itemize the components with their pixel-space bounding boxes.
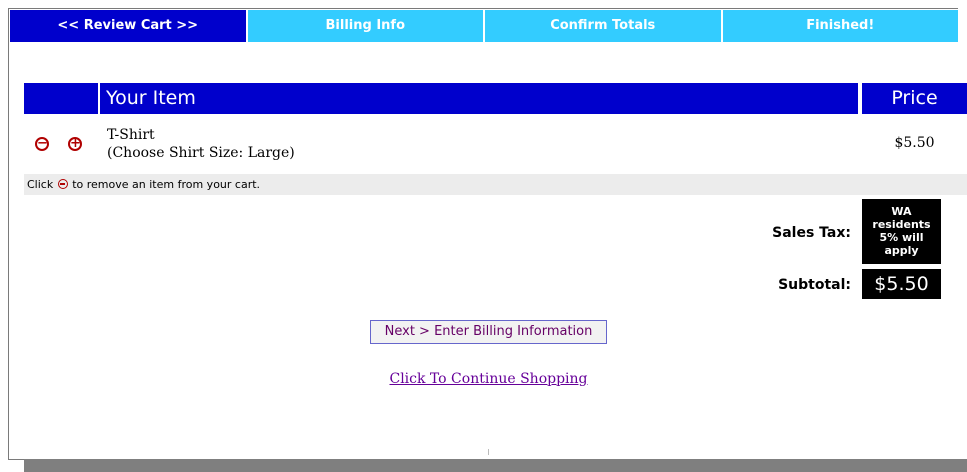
step-billing-info[interactable]: Billing Info bbox=[247, 10, 485, 42]
remove-item-button[interactable]: − bbox=[35, 137, 49, 151]
item-description: T-Shirt (Choose Shirt Size: Large) bbox=[107, 126, 295, 162]
cart-item-row: − + T-Shirt (Choose Shirt Size: Large) $… bbox=[24, 114, 967, 174]
header-your-item: Your Item bbox=[100, 83, 858, 114]
continue-shopping-link[interactable]: Click To Continue Shopping bbox=[300, 371, 677, 387]
step-review-cart[interactable]: << Review Cart >> bbox=[10, 10, 248, 42]
header-controls-cell bbox=[24, 83, 98, 114]
window-bottom-shadow bbox=[24, 459, 967, 472]
divider-tick bbox=[488, 449, 489, 455]
item-option: (Choose Shirt Size: Large) bbox=[107, 145, 295, 161]
subtotal-label: Subtotal: bbox=[778, 277, 851, 293]
plus-circle-icon: + bbox=[70, 136, 81, 151]
cart-table-header: Your Item Price bbox=[24, 83, 967, 114]
item-name: T-Shirt bbox=[107, 127, 155, 143]
remove-hint: Click to remove an item from your cart. bbox=[24, 174, 967, 195]
header-price: Price bbox=[862, 83, 967, 114]
tax-note-line: 5% will bbox=[879, 231, 924, 244]
next-billing-button[interactable]: Next > Enter Billing Information bbox=[370, 320, 607, 344]
subtotal-value: $5.50 bbox=[862, 269, 941, 299]
minus-circle-icon bbox=[57, 179, 68, 189]
checkout-steps: << Review Cart >> Billing Info Confirm T… bbox=[10, 10, 958, 42]
step-confirm-totals[interactable]: Confirm Totals bbox=[485, 10, 723, 42]
remove-hint-text: Click to remove an item from your cart. bbox=[27, 174, 260, 195]
tax-note-line: WA bbox=[891, 205, 912, 218]
tax-note-line: residents bbox=[872, 218, 931, 231]
item-price: $5.50 bbox=[894, 135, 935, 151]
add-item-button[interactable]: + bbox=[68, 137, 82, 151]
hint-after: to remove an item from your cart. bbox=[72, 178, 261, 191]
sales-tax-label: Sales Tax: bbox=[772, 225, 851, 241]
hint-before: Click bbox=[27, 178, 54, 191]
tax-note-line: apply bbox=[884, 244, 919, 257]
step-finished[interactable]: Finished! bbox=[722, 10, 958, 42]
sales-tax-note: WA residents 5% will apply bbox=[862, 199, 941, 264]
minus-circle-icon: − bbox=[37, 136, 48, 151]
